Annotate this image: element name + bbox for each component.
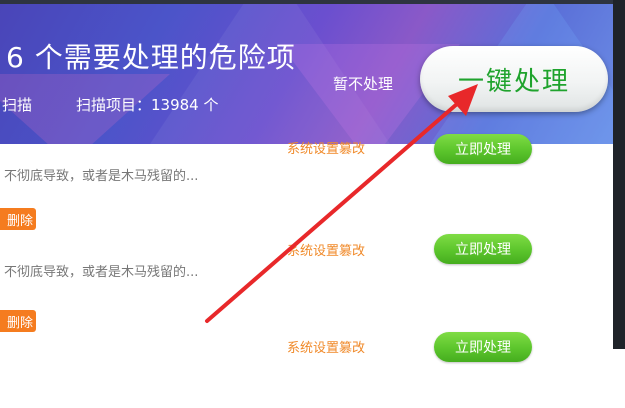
scan-label: 扫描 bbox=[2, 96, 33, 114]
item-description: 不彻底导致，或者是木马残留的... bbox=[4, 169, 199, 184]
window-frame-right bbox=[613, 0, 625, 349]
item-category: 系统设置篡改 bbox=[287, 142, 366, 157]
danger-item-row: 不彻底导致，或者是木马残留的... 系统设置篡改 立即处理 删除 bbox=[0, 134, 613, 230]
danger-item-list: 不彻底导致，或者是木马残留的... 系统设置篡改 立即处理 删除 不彻底导致，或… bbox=[0, 134, 613, 362]
scan-result-header: 6 个需要处理的危险项 扫描 扫描项目：13984 个 暂不处理 一键处理 bbox=[0, 4, 613, 144]
item-category: 系统设置篡改 bbox=[287, 341, 366, 356]
fix-now-button[interactable]: 立即处理 bbox=[434, 332, 532, 362]
item-category: 系统设置篡改 bbox=[287, 244, 366, 259]
danger-count-title: 6 个需要处理的危险项 bbox=[6, 41, 296, 74]
delete-tag[interactable]: 删除 bbox=[0, 208, 36, 230]
fix-now-button[interactable]: 立即处理 bbox=[434, 134, 532, 164]
window-frame-top bbox=[0, 0, 625, 4]
danger-item-row: 不彻底导致，或者是木马残留的... 系统设置篡改 立即处理 删除 bbox=[0, 228, 613, 332]
item-description: 不彻底导致，或者是木马残留的... bbox=[4, 265, 199, 280]
danger-item-row: 系统设置篡改 立即处理 bbox=[0, 324, 613, 408]
fix-now-button[interactable]: 立即处理 bbox=[434, 234, 532, 264]
skip-button[interactable]: 暂不处理 bbox=[333, 73, 393, 94]
one-click-fix-button[interactable]: 一键处理 bbox=[420, 46, 608, 112]
scan-items-count: 扫描项目：13984 个 bbox=[76, 96, 219, 114]
